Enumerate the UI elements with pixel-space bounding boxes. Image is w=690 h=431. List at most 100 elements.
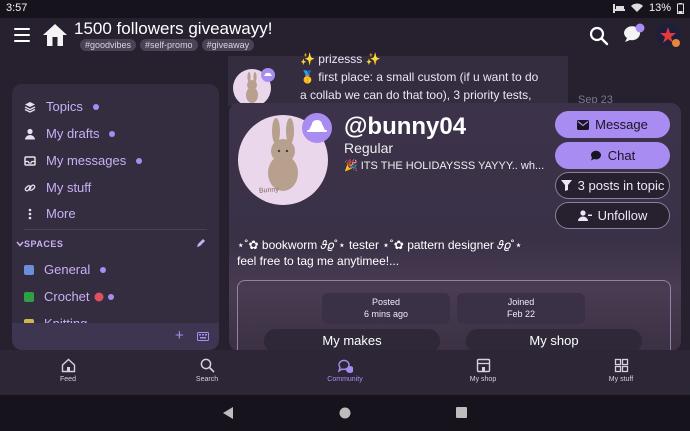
space-color-swatch [24, 291, 34, 302]
topic-title[interactable]: 1500 followers giveawayy! [74, 19, 272, 39]
sidebar-item-label: Topics [46, 99, 83, 114]
nav-label: Search [195, 376, 219, 383]
menu-icon[interactable] [14, 28, 30, 42]
user-minus-icon [577, 210, 592, 221]
nav-my-stuff[interactable]: My stuff [581, 358, 661, 383]
sidebar-item-more[interactable]: More [24, 206, 76, 221]
nav-label: My stuff [608, 376, 634, 383]
search-icon [200, 358, 215, 373]
space-label: Crochet [44, 289, 90, 304]
chat-button-label: Chat [607, 148, 636, 163]
unread-dot [100, 266, 107, 273]
system-navigation-bar [0, 395, 690, 431]
user-title: Regular [344, 140, 394, 156]
keyboard-icon[interactable] [197, 332, 209, 341]
filter-icon [560, 180, 572, 191]
nav-search[interactable]: Search [167, 358, 247, 383]
inbox-icon [24, 155, 36, 166]
joined-value: Feb 22 [506, 309, 536, 319]
sidebar-item-my-stuff[interactable]: My stuff [24, 180, 91, 195]
tag-giveaway[interactable]: #giveaway [201, 39, 255, 51]
recents-icon[interactable] [456, 407, 467, 418]
grid-icon [614, 358, 628, 373]
chat-button[interactable]: Chat [555, 142, 670, 169]
space-general[interactable]: General [24, 262, 107, 277]
pencil-icon[interactable] [196, 238, 206, 248]
spaces-heading: SPACES [24, 239, 64, 249]
unfollow-button[interactable]: Unfollow [555, 202, 670, 229]
nav-feed[interactable]: Feed [28, 358, 108, 383]
user-card-avatar[interactable] [236, 111, 336, 206]
chat-notifications-icon[interactable] [622, 23, 646, 45]
nav-label: My shop [469, 376, 497, 383]
sidebar-item-label: More [46, 206, 76, 221]
home-icon [61, 358, 75, 373]
unread-dot [107, 293, 114, 300]
space-crochet[interactable]: Crochet [24, 289, 114, 304]
nav-label: Feed [60, 376, 76, 383]
home-circle-icon[interactable] [339, 407, 351, 419]
message-button-label: Message [595, 117, 648, 132]
space-color-swatch [24, 264, 34, 275]
unfollow-button-label: Unfollow [597, 208, 648, 223]
tag-goodvibes[interactable]: #goodvibes [80, 39, 137, 51]
sidebar-item-topics[interactable]: Topics [24, 99, 99, 114]
topic-tags: #goodvibes #self-promo #giveaway [80, 39, 255, 51]
wifi-icon [630, 3, 643, 12]
space-label: General [44, 262, 91, 277]
post-line-2: 🥇 first place: a small custom (if u want… [300, 70, 539, 84]
posted-label: Posted [371, 297, 401, 307]
chat-bubble-icon [590, 150, 601, 161]
unread-dot [136, 157, 143, 164]
bed-icon [612, 3, 625, 13]
posts-in-topic-label: 3 posts in topic [577, 178, 665, 193]
user-card: Bunny @bunny04 Regular 🎉 ITS THE HOLIDAY… [229, 103, 681, 351]
bio-line-1: ⋆˚✿ bookworm 𝜗𝜚˚⋆ tester ⋆˚✿ pattern des… [237, 238, 523, 252]
unread-dot [92, 103, 99, 110]
nav-community[interactable]: Community [305, 358, 385, 383]
community-icon [337, 359, 353, 373]
clock: 3:57 [6, 2, 28, 14]
post-body: ✨ prizesss ✨ 🥇 first place: a small cust… [300, 50, 562, 104]
sidebar-item-my-messages[interactable]: My messages [24, 153, 143, 168]
nav-my-shop[interactable]: My shop [443, 358, 523, 383]
avatar[interactable] [656, 23, 680, 47]
tag-self-promo[interactable]: #self-promo [140, 39, 198, 51]
sidebar: Topics My drafts My messages My stuff Mo… [12, 84, 219, 350]
avatar-caption: Bunny [258, 186, 280, 195]
bottom-navigation: Feed Search Community My shop My stuff [0, 350, 690, 395]
username[interactable]: @bunny04 [344, 113, 466, 141]
envelope-icon [577, 119, 590, 130]
mention-badge-icon [94, 292, 104, 301]
divider [24, 229, 207, 230]
more-vertical-icon [28, 208, 32, 219]
unread-dot [109, 130, 116, 137]
battery-icon [677, 2, 684, 14]
sidebar-item-label: My stuff [46, 180, 92, 195]
posts-in-topic-button[interactable]: 3 posts in topic [555, 172, 670, 199]
post-line-1: ✨ prizesss ✨ [300, 52, 381, 66]
link-icon [24, 184, 36, 191]
post-author-avatar[interactable] [230, 68, 278, 108]
user-bio: ⋆˚✿ bookworm 𝜗𝜚˚⋆ tester ⋆˚✿ pattern des… [237, 237, 522, 269]
sidebar-item-my-drafts[interactable]: My drafts [24, 126, 116, 141]
back-icon[interactable] [223, 407, 234, 419]
post-line-3: a collab we can do that too), 3 priority… [300, 88, 532, 102]
sidebar-item-label: My messages [46, 153, 127, 168]
tab-my-makes[interactable]: My makes [264, 329, 440, 351]
layers-icon [24, 101, 36, 113]
nav-label: Community [327, 376, 363, 383]
add-space-icon[interactable]: + [175, 327, 184, 344]
sidebar-item-label: My drafts [46, 126, 100, 141]
joined-label: Joined [507, 297, 535, 307]
joined-stat: Joined Feb 22 [457, 293, 585, 324]
search-icon[interactable] [589, 26, 609, 46]
home-logo-icon[interactable] [42, 22, 68, 48]
user-icon [25, 128, 35, 139]
tab-my-shop[interactable]: My shop [466, 329, 642, 351]
battery-level: 13% [648, 2, 671, 14]
chevron-down-icon[interactable] [16, 241, 24, 247]
message-button[interactable]: Message [555, 111, 670, 138]
user-stats: Posted 6 mins ago Joined Feb 22 My makes… [237, 280, 671, 351]
sidebar-footer: + [12, 323, 219, 350]
